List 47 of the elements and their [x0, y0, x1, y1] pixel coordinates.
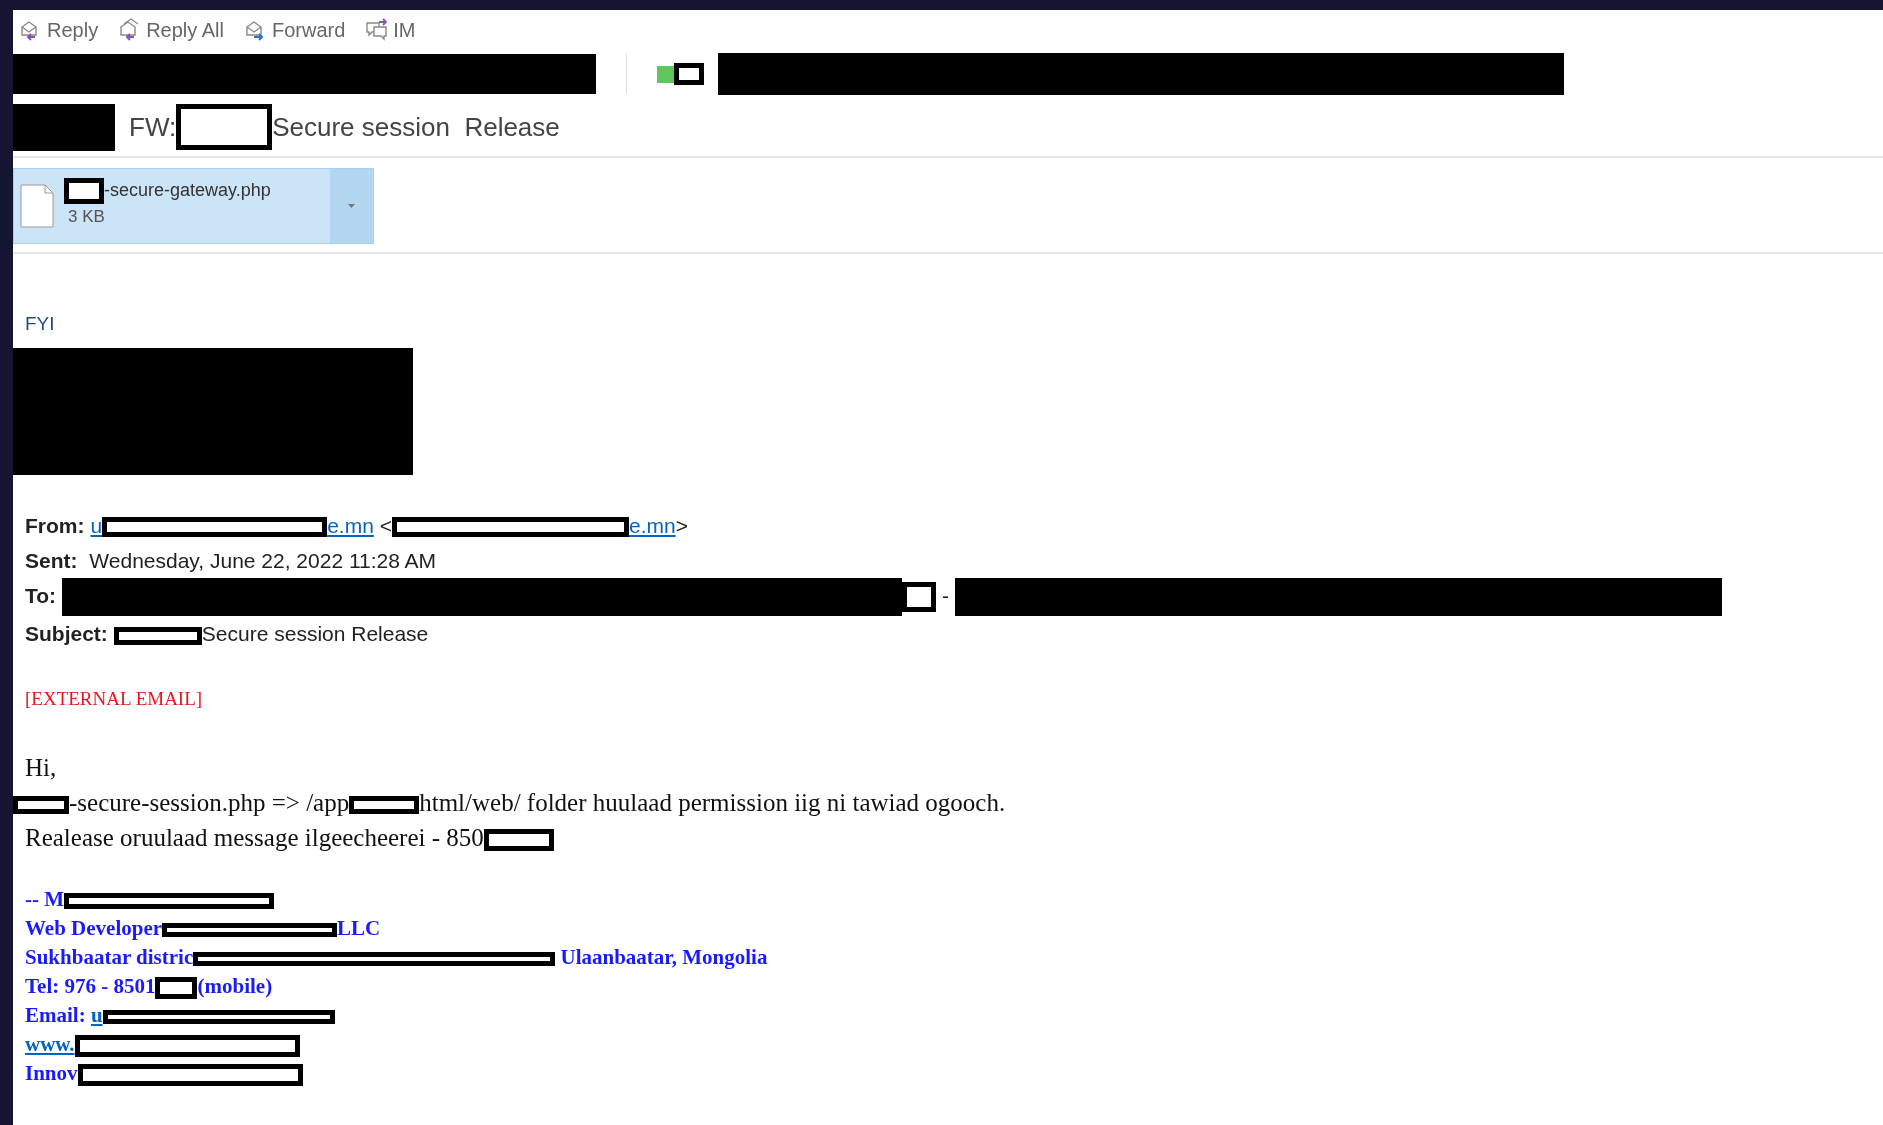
- signature-text: (mobile): [197, 973, 273, 998]
- redaction-box: [155, 977, 198, 1000]
- email-link[interactable]: u: [90, 514, 103, 537]
- toolbar-button[interactable]: Reply All: [116, 15, 226, 45]
- file-size: 3 KB: [68, 206, 106, 228]
- signature-text: Tel: 976 - 8501: [25, 973, 156, 998]
- subject-text: Secure session Release: [272, 110, 560, 144]
- toolbar-button[interactable]: Forward: [241, 15, 348, 45]
- attachment-card[interactable]: -secure-gateway.php 3 KB: [13, 168, 374, 244]
- signature-text: Innov: [25, 1060, 78, 1085]
- field-label: Sent:: [25, 549, 78, 572]
- body-text: html/web/ folder huulaad permission iig ni tawiad ogooch.: [419, 788, 1006, 816]
- email-link[interactable]: e.mn: [629, 514, 676, 537]
- field-label: To:: [25, 584, 57, 607]
- field-label: Subject:: [25, 622, 108, 646]
- caret-icon: [347, 203, 356, 209]
- warning-text: [EXTERNAL EMAIL]: [25, 688, 203, 710]
- toolbar-button[interactable]: IM: [363, 15, 418, 45]
- email-link[interactable]: www.: [25, 1031, 75, 1056]
- subject-text: FW:: [129, 110, 177, 144]
- redaction-box: [902, 582, 937, 613]
- field-value: >: [675, 514, 688, 537]
- redaction-box: [483, 829, 554, 852]
- redaction-box: [349, 796, 420, 815]
- redaction-box: [674, 63, 704, 85]
- dropdown-button[interactable]: [330, 169, 373, 243]
- signature-text: -- M: [25, 886, 65, 911]
- file-name: -secure-gateway.php: [104, 179, 271, 202]
- email-link[interactable]: e.mn: [327, 514, 374, 537]
- field-value: Wednesday, June 22, 2022 11:28 AM: [88, 549, 437, 572]
- body-text: Hi,: [25, 753, 57, 781]
- field-label: From:: [25, 514, 85, 537]
- signature-text: Email:: [25, 1002, 87, 1027]
- signature-text: Web Developer: [25, 915, 163, 940]
- toolbar-button[interactable]: Reply: [17, 15, 101, 45]
- email-link[interactable]: u: [90, 1002, 103, 1027]
- signature-text: Sukhbaatar distric: [25, 944, 194, 969]
- body-text: -secure-session.php => /app: [69, 788, 350, 816]
- signature-text: Ulaanbaatar, Mongolia: [559, 944, 768, 969]
- body-text: Realease oruulaad message ilgeecheerei - 850: [25, 823, 484, 851]
- note-text: FYI: [25, 313, 55, 334]
- field-value: Secure session Release: [201, 622, 429, 646]
- redaction-box: [64, 177, 104, 204]
- speech-bubbles-icon: [365, 18, 390, 42]
- signature-text: LLC: [337, 915, 381, 940]
- field-value: <: [378, 514, 392, 537]
- field-value: -: [940, 584, 950, 607]
